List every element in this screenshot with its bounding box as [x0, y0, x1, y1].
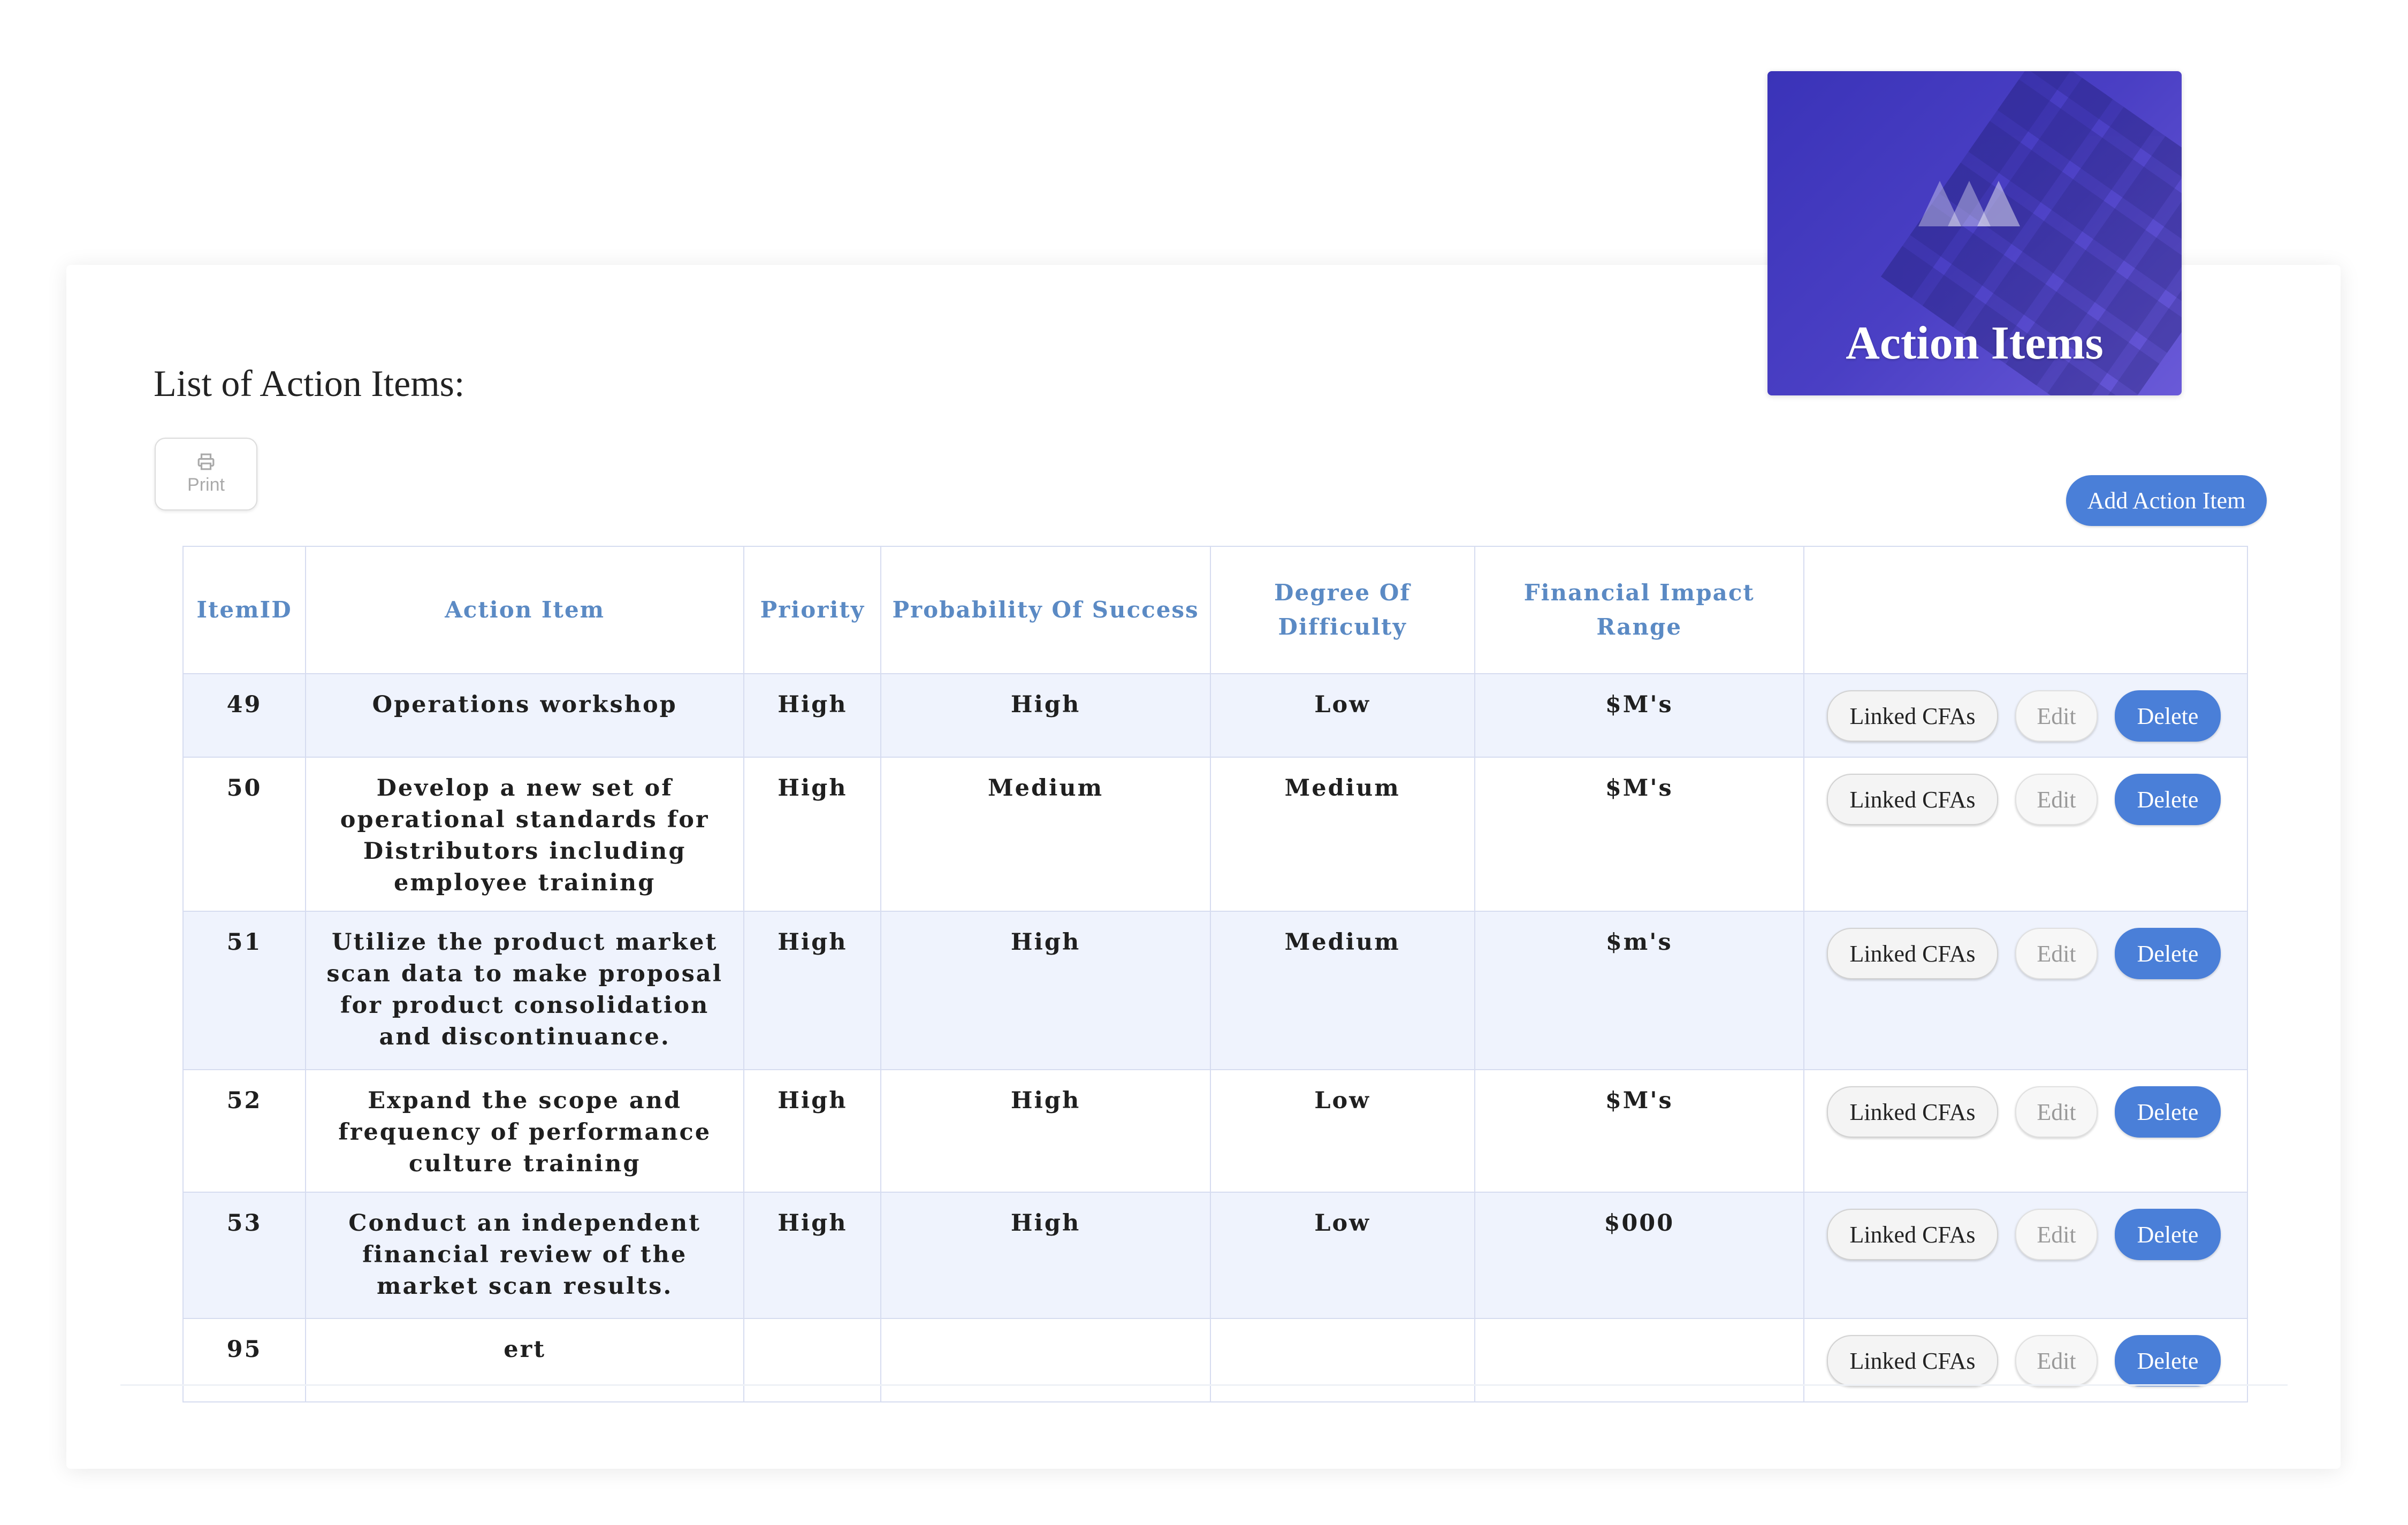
cell-actions: Linked CFAs Edit Delete [1803, 1069, 2249, 1193]
table-row: 50 Develop a new set of operational stan… [182, 757, 2249, 912]
cell-financial: $M's [1474, 673, 1804, 758]
cell-probability [880, 1318, 1211, 1402]
cell-priority: High [743, 911, 882, 1070]
cell-action-item: ert [304, 1318, 745, 1402]
edit-button[interactable]: Edit [2015, 1209, 2098, 1260]
cell-action-item: Operations workshop [304, 673, 745, 758]
table-row: 95 ert Linked CFAs Edit Delete [182, 1318, 2249, 1402]
page-title: List of Action Items: [154, 363, 465, 405]
cell-itemid: 51 [182, 911, 306, 1070]
header-difficulty[interactable]: Degree Of Difficulty [1209, 546, 1475, 674]
cell-itemid: 52 [182, 1069, 306, 1193]
cell-priority: High [743, 1192, 882, 1319]
cell-itemid: 50 [182, 757, 306, 912]
linked-cfas-button[interactable]: Linked CFAs [1826, 774, 1998, 825]
header-actions [1803, 546, 2249, 674]
header-financial[interactable]: Financial Impact Range [1474, 546, 1804, 674]
cell-priority [743, 1318, 882, 1402]
header-itemid[interactable]: ItemID [182, 546, 306, 674]
print-label: Print [187, 474, 225, 495]
cell-probability: High [880, 1069, 1211, 1193]
delete-button[interactable]: Delete [2114, 774, 2221, 825]
cell-actions: Linked CFAs Edit Delete [1803, 673, 2249, 758]
printer-icon [197, 453, 215, 470]
table-row: 53 Conduct an independent financial revi… [182, 1192, 2249, 1319]
table-row: 52 Expand the scope and frequency of per… [182, 1069, 2249, 1193]
divider [120, 1384, 2288, 1386]
cell-financial: $m's [1474, 911, 1804, 1070]
cell-probability: High [880, 1192, 1211, 1319]
cell-difficulty: Low [1209, 1069, 1475, 1193]
cell-financial: $000 [1474, 1192, 1804, 1319]
cell-action-item: Utilize the product market scan data to … [304, 911, 745, 1070]
cell-difficulty: Low [1209, 673, 1475, 758]
cell-actions: Linked CFAs Edit Delete [1803, 757, 2249, 912]
cell-action-item: Conduct an independent financial review … [304, 1192, 745, 1319]
delete-button[interactable]: Delete [2114, 1086, 2221, 1138]
cell-itemid: 49 [182, 673, 306, 758]
delete-button[interactable]: Delete [2114, 1209, 2221, 1260]
delete-button[interactable]: Delete [2114, 928, 2221, 979]
delete-button[interactable]: Delete [2114, 1335, 2221, 1386]
cell-difficulty [1209, 1318, 1475, 1402]
header-action-item[interactable]: Action Item [304, 546, 745, 674]
header-probability[interactable]: Probability Of Success [880, 546, 1211, 674]
cell-priority: High [743, 673, 882, 758]
linked-cfas-button[interactable]: Linked CFAs [1826, 1335, 1998, 1386]
cell-priority: High [743, 757, 882, 912]
linked-cfas-button[interactable]: Linked CFAs [1826, 690, 1998, 742]
edit-button[interactable]: Edit [2015, 690, 2098, 742]
edit-button[interactable]: Edit [2015, 928, 2098, 979]
header-priority[interactable]: Priority [743, 546, 882, 674]
cell-financial: $M's [1474, 757, 1804, 912]
edit-button[interactable]: Edit [2015, 1086, 2098, 1138]
cell-difficulty: Low [1209, 1192, 1475, 1319]
cell-itemid: 53 [182, 1192, 306, 1319]
cell-action-item: Expand the scope and frequency of perfor… [304, 1069, 745, 1193]
table-header-row: ItemID Action Item Priority Probability … [182, 546, 2249, 674]
edit-button[interactable]: Edit [2015, 1335, 2098, 1386]
cell-actions: Linked CFAs Edit Delete [1803, 1192, 2249, 1319]
mountains-icon [1918, 181, 2020, 226]
cell-actions: Linked CFAs Edit Delete [1803, 911, 2249, 1070]
cell-itemid: 95 [182, 1318, 306, 1402]
cell-financial [1474, 1318, 1804, 1402]
table-row: 49 Operations workshop High High Low $M'… [182, 673, 2249, 758]
cell-priority: High [743, 1069, 882, 1193]
table-row: 51 Utilize the product market scan data … [182, 911, 2249, 1070]
cell-probability: High [880, 673, 1211, 758]
cell-probability: High [880, 911, 1211, 1070]
edit-button[interactable]: Edit [2015, 774, 2098, 825]
linked-cfas-button[interactable]: Linked CFAs [1826, 1086, 1998, 1138]
cell-difficulty: Medium [1209, 911, 1475, 1070]
cell-action-item: Develop a new set of operational standar… [304, 757, 745, 912]
hero-title: Action Items [1846, 317, 2104, 369]
cell-actions: Linked CFAs Edit Delete [1803, 1318, 2249, 1402]
cell-difficulty: Medium [1209, 757, 1475, 912]
delete-button[interactable]: Delete [2114, 690, 2221, 742]
linked-cfas-button[interactable]: Linked CFAs [1826, 928, 1998, 979]
linked-cfas-button[interactable]: Linked CFAs [1826, 1209, 1998, 1260]
cell-financial: $M's [1474, 1069, 1804, 1193]
print-button[interactable]: Print [155, 438, 257, 510]
hero-banner: Action Items [1767, 71, 2182, 395]
add-action-item-button[interactable]: Add Action Item [2066, 475, 2267, 526]
action-items-table: ItemID Action Item Priority Probability … [182, 546, 2249, 1402]
cell-probability: Medium [880, 757, 1211, 912]
